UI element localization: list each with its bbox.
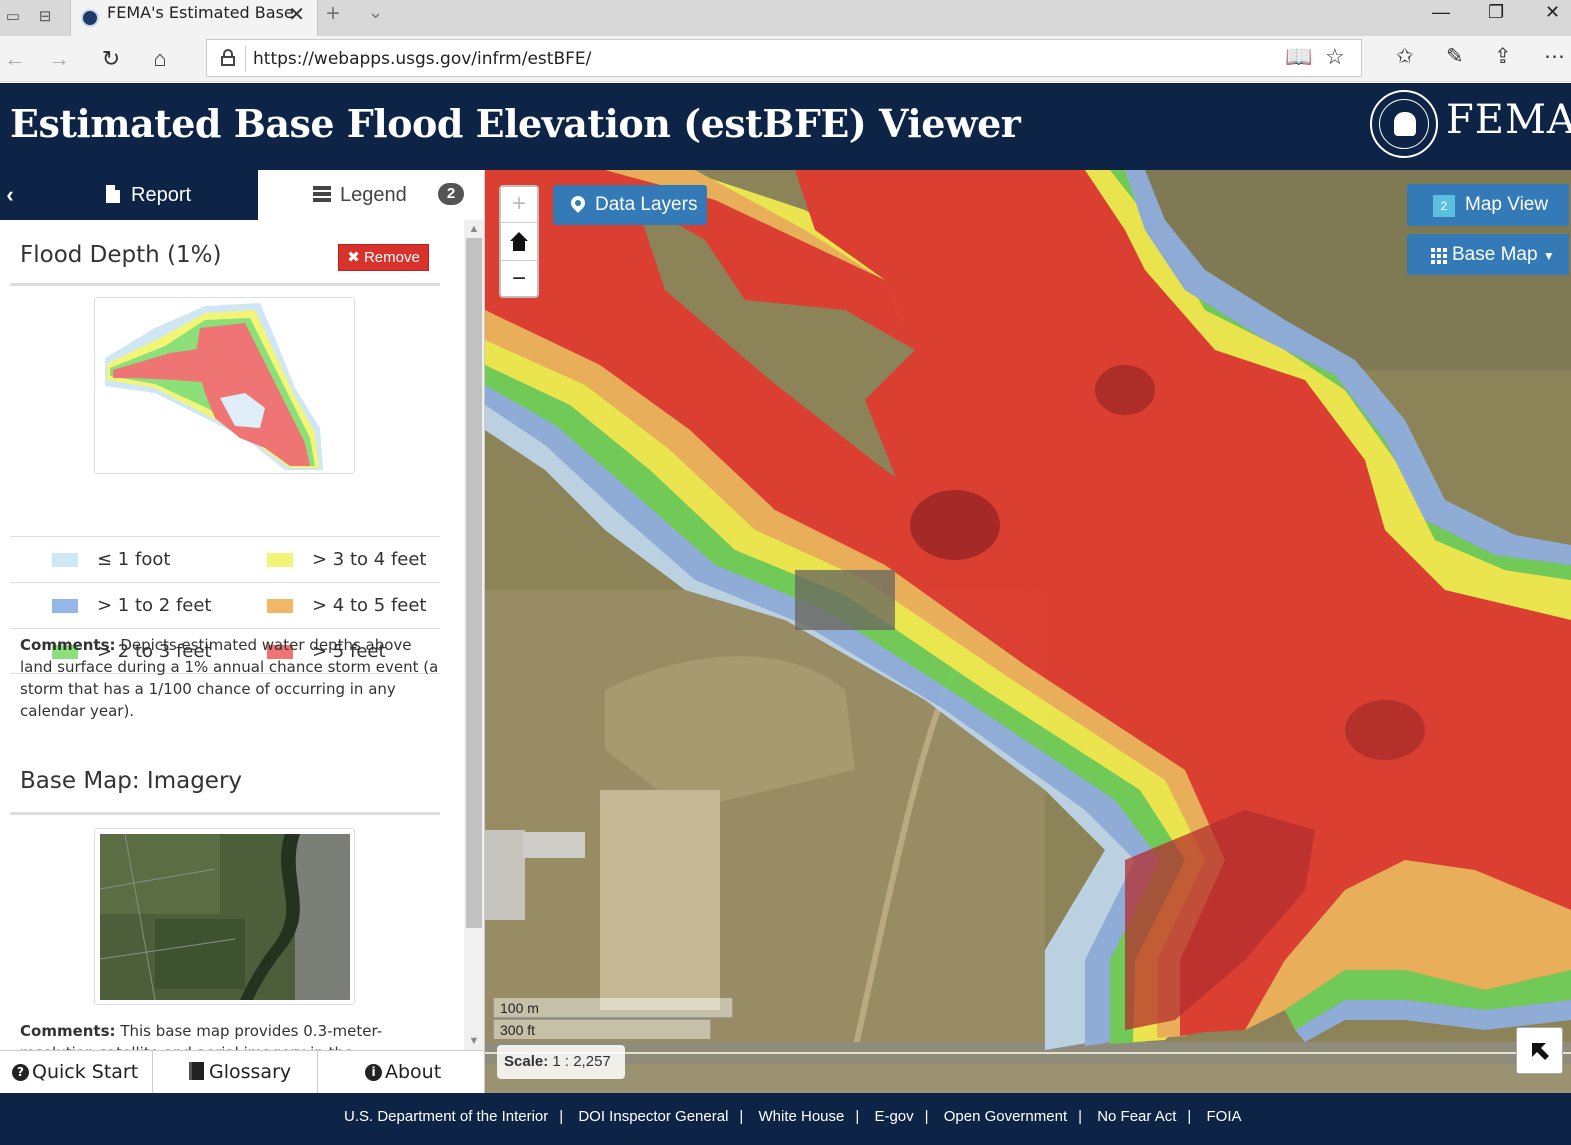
- legend-row: > 1 to 2 feet > 4 to 5 feet: [10, 582, 440, 628]
- url-text[interactable]: https://webapps.usgs.gov/infrm/estBFE/: [253, 49, 591, 69]
- footer-link-egov[interactable]: E-gov: [874, 1108, 913, 1125]
- zoom-in-button[interactable]: +: [501, 187, 537, 223]
- scroll-up-icon[interactable]: ▲: [464, 220, 484, 238]
- map-view[interactable]: + − Data Layers 2 Map View Base Map ▼ 10…: [485, 170, 1571, 1093]
- footer-link-doi[interactable]: U.S. Department of the Interior: [344, 1108, 548, 1125]
- map-marker-icon: [568, 193, 588, 213]
- scale-bar-imperial: 300 ft: [493, 1019, 711, 1039]
- data-layers-button[interactable]: Data Layers: [553, 185, 707, 225]
- info-icon: i: [365, 1064, 382, 1081]
- share-icon[interactable]: ⇪: [1494, 44, 1512, 69]
- back-icon[interactable]: ←: [0, 44, 30, 74]
- tab-title: FEMA's Estimated Base: [107, 3, 294, 22]
- home-icon[interactable]: ⌂: [145, 44, 175, 74]
- tab-report[interactable]: Report: [20, 170, 258, 220]
- restore-icon[interactable]: ❐: [1488, 2, 1504, 23]
- about-button[interactable]: i About: [318, 1051, 484, 1093]
- address-toolbar: ← → ↻ ⌂ https://webapps.usgs.gov/infrm/e…: [0, 36, 1571, 82]
- home-extent-button[interactable]: [501, 224, 537, 261]
- base-map-dropdown[interactable]: Base Map ▼: [1407, 234, 1569, 275]
- fema-favicon-icon: [81, 9, 99, 27]
- legend-count-badge: 2: [438, 183, 464, 205]
- tab-legend[interactable]: Legend: [258, 170, 464, 220]
- footer-link-foia[interactable]: FOIA: [1206, 1108, 1241, 1125]
- quick-start-button[interactable]: ? Quick Start: [0, 1051, 153, 1093]
- footer-links: U.S. Department of the Interior | DOI Ins…: [344, 1108, 1242, 1125]
- imagery-thumbnail: [94, 828, 355, 1005]
- tab-report-label: Report: [131, 184, 192, 206]
- panel-scrollbar[interactable]: ▲ ▼: [464, 220, 484, 1050]
- side-panel: ‹ Report Legend 2 Flood Depth (1%) ✖ Rem…: [0, 170, 485, 1093]
- map-view-button[interactable]: 2 Map View: [1407, 184, 1569, 226]
- footer-link-white-house[interactable]: White House: [759, 1108, 845, 1125]
- glossary-button[interactable]: Glossary: [153, 1051, 318, 1093]
- lock-icon: [221, 49, 235, 66]
- flood-depth-title: Flood Depth (1%): [20, 242, 222, 268]
- legend-swatch-1: [267, 553, 293, 567]
- legend-swatch-2: [52, 599, 78, 613]
- flood-depth-thumbnail: [94, 297, 355, 474]
- app-header: Estimated Base Flood Elevation (estBFE) …: [0, 83, 1571, 170]
- map-view-badge: 2: [1433, 195, 1455, 217]
- page-title: Estimated Base Flood Elevation (estBFE) …: [10, 101, 1021, 146]
- address-bar[interactable]: https://webapps.usgs.gov/infrm/estBFE/ 📖…: [206, 39, 1362, 77]
- fema-logo: FEMA: [1446, 97, 1571, 143]
- notes-pen-icon[interactable]: ✎: [1446, 44, 1464, 69]
- zoom-out-button[interactable]: −: [501, 262, 537, 298]
- dhs-seal-icon: [1370, 90, 1438, 158]
- remove-button[interactable]: ✖ Remove: [338, 244, 429, 271]
- collapse-panel-chevron-icon[interactable]: ‹: [0, 170, 20, 220]
- home-icon: [510, 232, 528, 252]
- scroll-down-icon[interactable]: ▼: [464, 1032, 484, 1050]
- basemap-comments: Comments: This base map provides 0.3-met…: [20, 1022, 383, 1050]
- tab-list-chevron-icon[interactable]: ⌄: [368, 2, 383, 23]
- flood-comments: Comments: Depicts estimated water depths…: [20, 636, 439, 720]
- overview-map-toggle[interactable]: [1516, 1027, 1563, 1074]
- favorites-icon[interactable]: ✩: [1396, 44, 1414, 69]
- forward-icon[interactable]: →: [44, 44, 74, 74]
- expand-arrow-icon: [1532, 1043, 1549, 1060]
- tab-preview-icon[interactable]: ▭: [0, 4, 26, 30]
- favorite-star-icon[interactable]: ☆: [1325, 44, 1345, 70]
- panel-footer: ? Quick Start Glossary i About: [0, 1050, 484, 1093]
- zoom-control: + −: [499, 185, 539, 298]
- browser-tab[interactable]: FEMA's Estimated Base ✕: [70, 0, 318, 36]
- book-icon: [189, 1062, 204, 1080]
- window-close-icon[interactable]: ✕: [1545, 2, 1560, 23]
- refresh-icon[interactable]: ↻: [96, 44, 126, 74]
- tab-close-icon[interactable]: ✕: [288, 2, 305, 27]
- footer-link-inspector-general[interactable]: DOI Inspector General: [578, 1108, 728, 1125]
- scroll-thumb[interactable]: [466, 238, 482, 928]
- footer-link-no-fear-act[interactable]: No Fear Act: [1097, 1108, 1176, 1125]
- legend-swatch-3: [267, 599, 293, 613]
- tab-legend-label: Legend: [340, 184, 407, 206]
- scale-bar-metric: 100 m: [493, 998, 733, 1018]
- panel-tabs: ‹ Report Legend 2: [0, 170, 484, 220]
- browser-tab-bar: ▭ ⊟ FEMA's Estimated Base ✕ + ⌄ — ❐ ✕: [0, 0, 1571, 36]
- more-icon[interactable]: ⋯: [1544, 44, 1565, 69]
- base-map-title: Base Map: Imagery: [20, 768, 243, 794]
- map-canvas[interactable]: [485, 170, 1571, 1093]
- file-icon: [106, 185, 120, 203]
- reading-view-icon[interactable]: 📖: [1285, 44, 1312, 70]
- scale-readout: Scale: 1 : 2,257: [497, 1045, 625, 1079]
- caret-down-icon: ▼: [1542, 249, 1555, 263]
- footer-link-open-government[interactable]: Open Government: [944, 1108, 1067, 1125]
- tab-aside-icon[interactable]: ⊟: [32, 4, 58, 30]
- list-icon: [313, 186, 331, 202]
- legend-swatch-0: [52, 553, 78, 567]
- minimize-icon[interactable]: —: [1432, 2, 1450, 23]
- new-tab-icon[interactable]: +: [326, 0, 340, 28]
- question-icon: ?: [12, 1064, 29, 1081]
- legend-content[interactable]: Flood Depth (1%) ✖ Remove ≤ 1 foot > 3 t…: [0, 220, 464, 1050]
- legend-row: ≤ 1 foot > 3 to 4 feet: [10, 536, 440, 582]
- grid-icon: [1431, 248, 1447, 264]
- site-footer: U.S. Department of the Interior | DOI Ins…: [0, 1093, 1571, 1145]
